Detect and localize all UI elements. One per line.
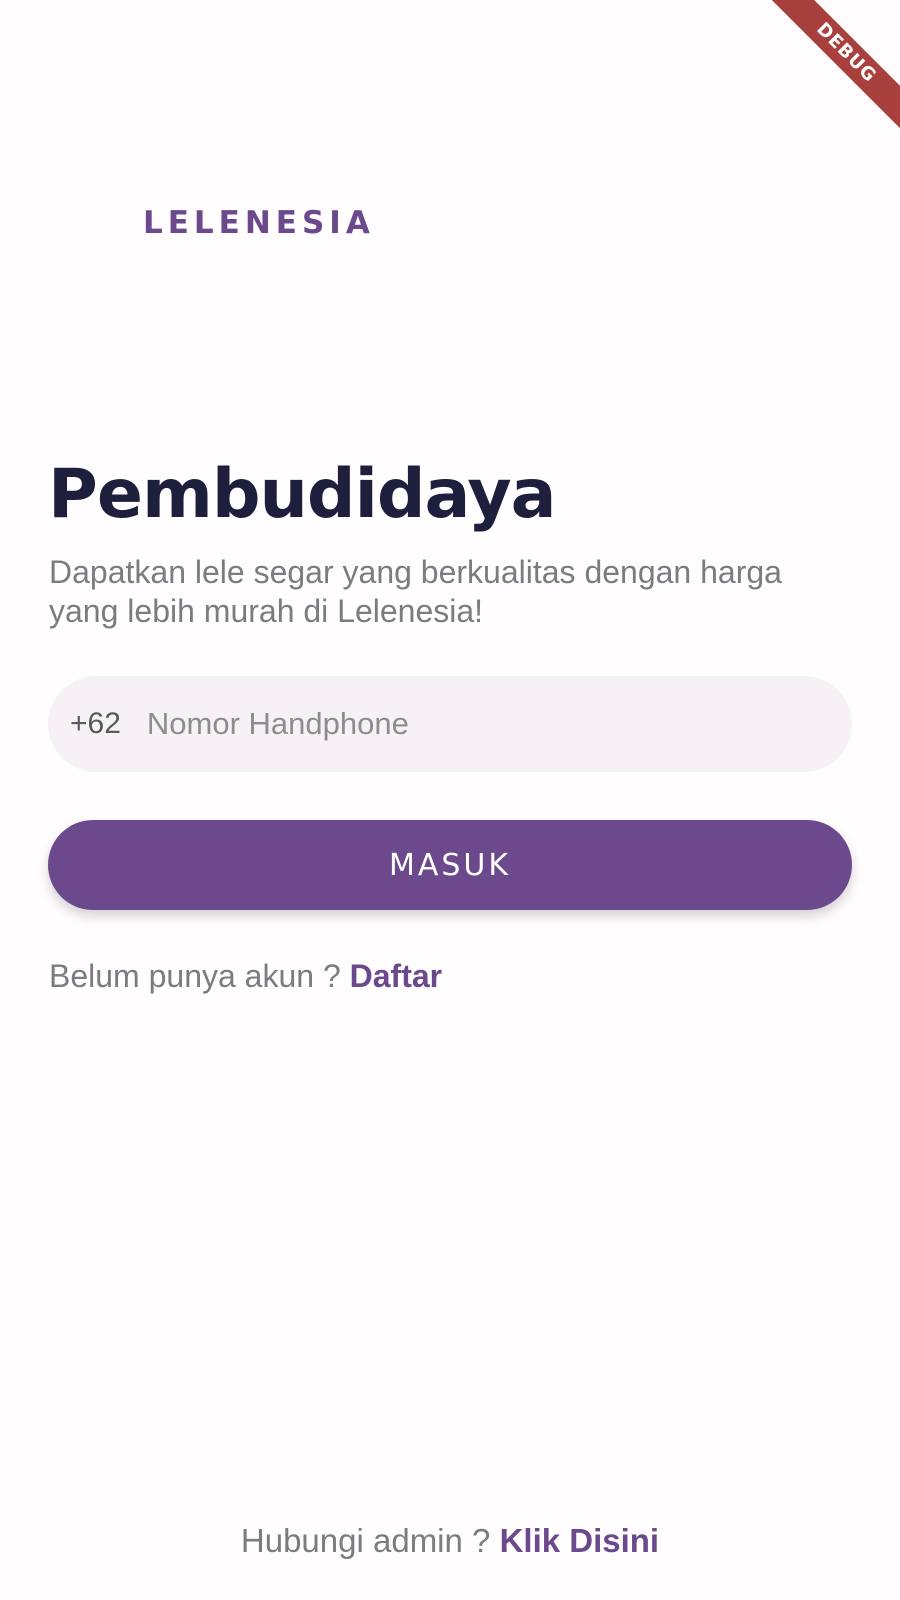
debug-banner: DEBUG [760,0,900,140]
contact-admin-row: Hubungi admin ? Klik Disini [0,1522,900,1560]
phone-country-prefix: +62 [70,707,121,740]
contact-admin-text: Hubungi admin ? [240,1522,500,1559]
login-button[interactable]: MASUK [48,820,852,910]
phone-number-input[interactable] [144,705,789,743]
register-link[interactable]: Daftar [350,958,442,994]
phone-field[interactable]: +62 [48,676,852,772]
register-prompt-text: Belum punya akun ? [49,958,350,994]
brand-logo-text: LELENESIA [143,205,375,241]
login-screen: DEBUG LELENESIA Pembudidaya Dapatkan lel… [0,0,900,1600]
page-title: Pembudidaya [48,455,557,534]
contact-admin-link[interactable]: Klik Disini [500,1522,660,1559]
debug-banner-label: DEBUG [764,0,900,135]
register-prompt-row: Belum punya akun ? Daftar [49,958,442,995]
page-subtitle: Dapatkan lele segar yang berkualitas den… [49,554,782,629]
